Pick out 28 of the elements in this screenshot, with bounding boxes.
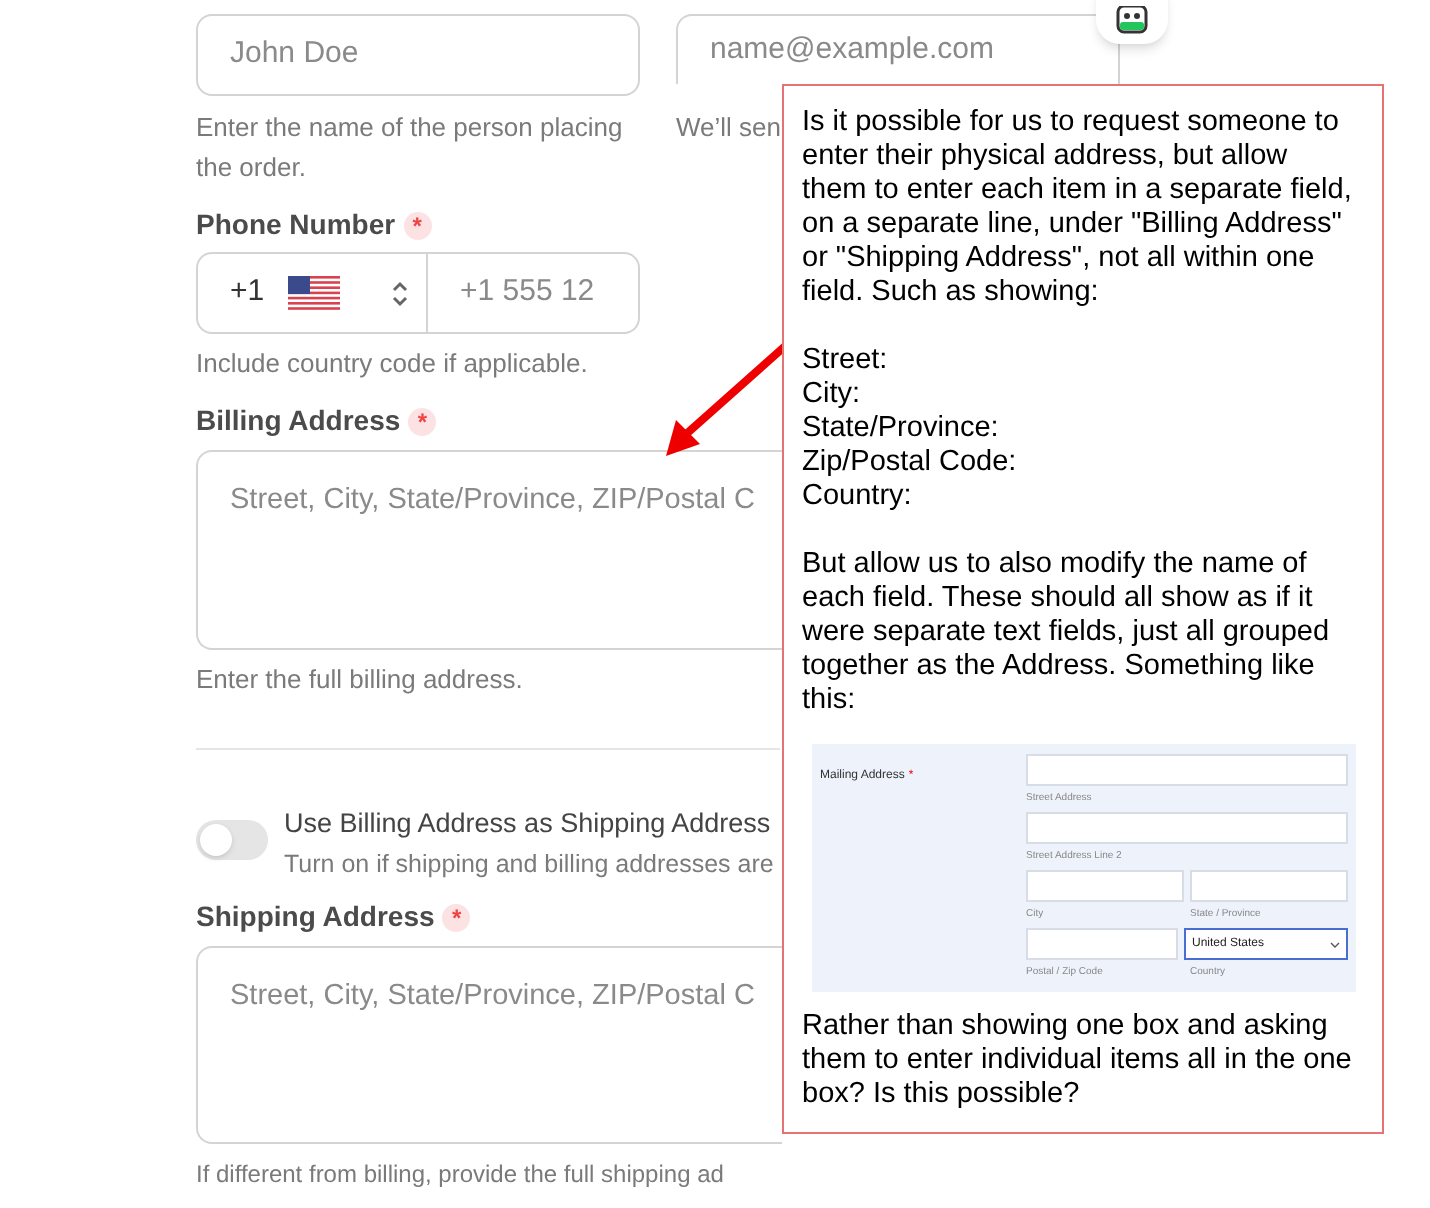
callout-paragraph: But allow us to also modify the name of each field. These should all show as if it were separate text fields, just all grouped together as the Address. Something like this: [802, 548, 1332, 718]
updown-chevron-icon [390, 277, 410, 309]
required-asterisk: * [442, 903, 471, 931]
name-field[interactable]: John Doe [196, 14, 640, 96]
shipping-address-field[interactable]: Street, City, State/Province, ZIP/Postal C [196, 946, 782, 1144]
help-text: Turn on if shipping and billing addresses are [284, 848, 774, 882]
help-text: If different from billing, provide the full shipping ad [196, 1158, 724, 1192]
field-label: Phone Number [196, 206, 396, 244]
help-text: Include country code if applicable. [196, 346, 588, 382]
flag-icon [288, 275, 341, 311]
toggle-switch[interactable] [196, 820, 268, 860]
help-text: We’ll sen [676, 110, 782, 146]
chevron-down-icon [1330, 941, 1340, 947]
help-text: Enter the full billing address. [196, 662, 523, 698]
field-label: Billing Address [196, 402, 401, 440]
field-label: Shipping Address [196, 898, 435, 936]
required-asterisk: * [403, 211, 432, 239]
robot-icon [1116, 6, 1148, 34]
help-text: Enter the name of the person placing the order. [196, 110, 625, 186]
country-code-select[interactable]: +1 [198, 254, 428, 332]
callout-paragraph: Is it possible for us to request someone to enter their physical address, but allow them to enter each item in a separate field, on a separate line, under "Billing Address" or "Shipping Address", not all within one field. Such as showing: [802, 106, 1354, 310]
email-field[interactable]: name@example.com [676, 14, 1120, 84]
toggle-label: Use Billing Address as Shipping Address [284, 806, 771, 842]
phone-field[interactable]: +1 +1 555 12 [196, 252, 640, 334]
callout-paragraph: Rather than showing one box and asking them to enter individual items all in the one box? Is this possible? [802, 1010, 1354, 1112]
billing-address-field[interactable]: Street, City, State/Province, ZIP/Postal C [196, 450, 782, 650]
required-asterisk: * [408, 407, 437, 435]
callout-paragraph: Street: City: State/Province: Zip/Postal Code: Country: [802, 344, 1019, 514]
